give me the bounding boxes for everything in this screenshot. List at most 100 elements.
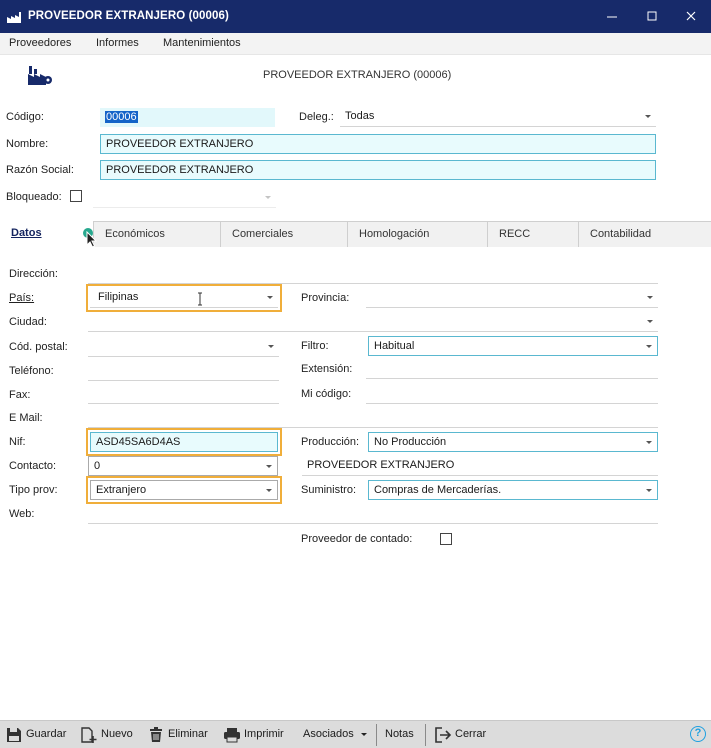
telefono-label: Teléfono:	[9, 365, 54, 377]
maximize-button[interactable]	[632, 0, 672, 33]
window-title: PROVEEDOR EXTRANJERO (00006)	[28, 10, 229, 22]
toolbar-separator	[425, 724, 426, 746]
deleg-select[interactable]: Todas	[340, 107, 656, 127]
menu-proveedores[interactable]: Proveedores	[9, 37, 71, 49]
chevron-down-icon	[265, 196, 271, 199]
nombre-field[interactable]: PROVEEDOR EXTRANJERO	[100, 134, 656, 154]
mi-codigo-label: Mi código:	[301, 388, 352, 400]
bloqueado-checkbox[interactable]	[70, 190, 82, 202]
tab-datos-label: Datos	[11, 227, 42, 239]
deleg-value: Todas	[345, 110, 375, 122]
save-button[interactable]: Guardar	[4, 721, 70, 748]
produccion-select[interactable]: No Producción	[368, 432, 658, 452]
help-icon[interactable]: ?	[690, 726, 706, 742]
close-button[interactable]	[671, 0, 711, 33]
filtro-value: Habitual	[374, 340, 415, 352]
chevron-down-icon	[646, 489, 652, 492]
save-icon	[7, 728, 21, 742]
new-label: Nuevo	[101, 728, 133, 740]
codigo-field[interactable]: 00006	[100, 108, 275, 127]
bloqueado-label: Bloqueado:	[6, 191, 62, 203]
telefono-field[interactable]	[88, 361, 279, 381]
tab-homologacion-label: Homologación	[359, 228, 430, 240]
save-label: Guardar	[26, 728, 67, 740]
email-field[interactable]	[88, 408, 658, 428]
chevron-down-icon	[266, 489, 272, 492]
deleg-label: Deleg.:	[299, 111, 334, 123]
mi-codigo-field[interactable]	[366, 384, 658, 404]
contacto-name-field: PROVEEDOR EXTRANJERO	[302, 456, 658, 476]
web-field[interactable]	[88, 504, 658, 524]
tab-comerciales[interactable]: Comerciales	[220, 221, 347, 247]
provincia-select[interactable]	[366, 288, 658, 308]
tab-datos[interactable]: Datos	[0, 221, 93, 247]
associated-dropdown-button[interactable]: Asociados	[303, 721, 371, 748]
tab-recc[interactable]: RECC	[487, 221, 578, 247]
razon-social-label: Razón Social:	[6, 164, 74, 176]
codigo-value: 00006	[105, 111, 138, 123]
notes-button[interactable]: Notas	[385, 721, 421, 748]
chevron-down-icon	[268, 345, 274, 348]
tab-recc-label: RECC	[499, 228, 531, 240]
fax-label: Fax:	[9, 389, 31, 401]
direccion-field[interactable]	[88, 264, 658, 284]
delete-button[interactable]: Eliminar	[148, 721, 218, 748]
codigo-label: Código:	[6, 111, 44, 123]
new-button[interactable]: Nuevo	[80, 721, 140, 748]
tab-contabilidad[interactable]: Contabilidad	[578, 221, 711, 247]
suministro-select[interactable]: Compras de Mercaderías.	[368, 480, 658, 500]
factory-icon	[7, 12, 21, 23]
minimize-button[interactable]	[592, 0, 632, 33]
close-form-button[interactable]: Cerrar	[434, 721, 494, 748]
print-label: Imprimir	[244, 728, 284, 740]
contado-label: Proveedor de contado:	[301, 533, 413, 545]
chevron-down-icon	[646, 441, 652, 444]
menu-informes[interactable]: Informes	[96, 37, 139, 49]
text-cursor-icon	[198, 292, 202, 306]
factory-icon	[28, 66, 52, 85]
ciudad-select[interactable]	[88, 312, 658, 332]
extension-field[interactable]	[366, 359, 658, 379]
contacto-value: 0	[94, 460, 101, 472]
trash-icon	[150, 727, 162, 742]
razon-social-field[interactable]: Razón Social: PROVEEDOR EXTRANJERO	[100, 160, 656, 180]
pais-select[interactable]: Filipinas	[86, 284, 282, 312]
tab-comerciales-label: Comerciales	[232, 228, 294, 240]
ciudad-label: Ciudad:	[9, 316, 47, 328]
delete-label: Eliminar	[168, 728, 208, 740]
page-title: PROVEEDOR EXTRANJERO (00006)	[263, 69, 452, 81]
cod-postal-select[interactable]	[88, 337, 279, 357]
tab-bar: Datos Económicos Comerciales Homologació…	[0, 221, 711, 247]
razon-social-text: PROVEEDOR EXTRANJERO	[106, 164, 254, 176]
toolbar-separator	[376, 724, 377, 746]
bottom-toolbar: Guardar Nuevo Eliminar Imprimir Asociado…	[0, 720, 711, 748]
pais-label: País:	[9, 292, 35, 304]
fax-field[interactable]	[88, 384, 279, 404]
produccion-label: Producción:	[301, 436, 360, 448]
nif-value: ASD45SA6D4AS	[96, 436, 181, 448]
close-form-label: Cerrar	[455, 728, 487, 740]
tab-economicos[interactable]: Económicos	[93, 221, 220, 247]
tipo-prov-select[interactable]: Extranjero	[86, 476, 282, 504]
nif-field[interactable]: ASD45SA6D4AS	[86, 428, 282, 456]
print-button[interactable]: Imprimir	[222, 721, 294, 748]
tab-economicos-label: Económicos	[105, 228, 165, 240]
close-icon	[686, 11, 696, 21]
mouse-cursor-icon	[86, 231, 98, 248]
suministro-value: Compras de Mercaderías.	[374, 484, 502, 496]
produccion-value: No Producción	[374, 436, 447, 448]
extension-label: Extensión:	[301, 363, 353, 375]
tab-homologacion[interactable]: Homologación	[347, 221, 487, 247]
menu-mantenimientos[interactable]: Mantenimientos	[163, 37, 241, 49]
minimize-icon	[607, 16, 617, 18]
chevron-down-icon	[267, 296, 273, 299]
direccion-label: Dirección:	[9, 268, 58, 280]
contacto-select[interactable]: 0	[88, 456, 278, 476]
filtro-select[interactable]: Habitual	[368, 336, 658, 356]
bloqueado-reason-select[interactable]	[93, 188, 276, 208]
suministro-label: Suministro:	[301, 484, 357, 496]
tab-contabilidad-label: Contabilidad	[590, 228, 652, 240]
contado-checkbox[interactable]	[440, 533, 452, 545]
tipo-prov-value: Extranjero	[96, 484, 147, 496]
title-bar[interactable]: PROVEEDOR EXTRANJERO (00006)	[0, 0, 711, 33]
